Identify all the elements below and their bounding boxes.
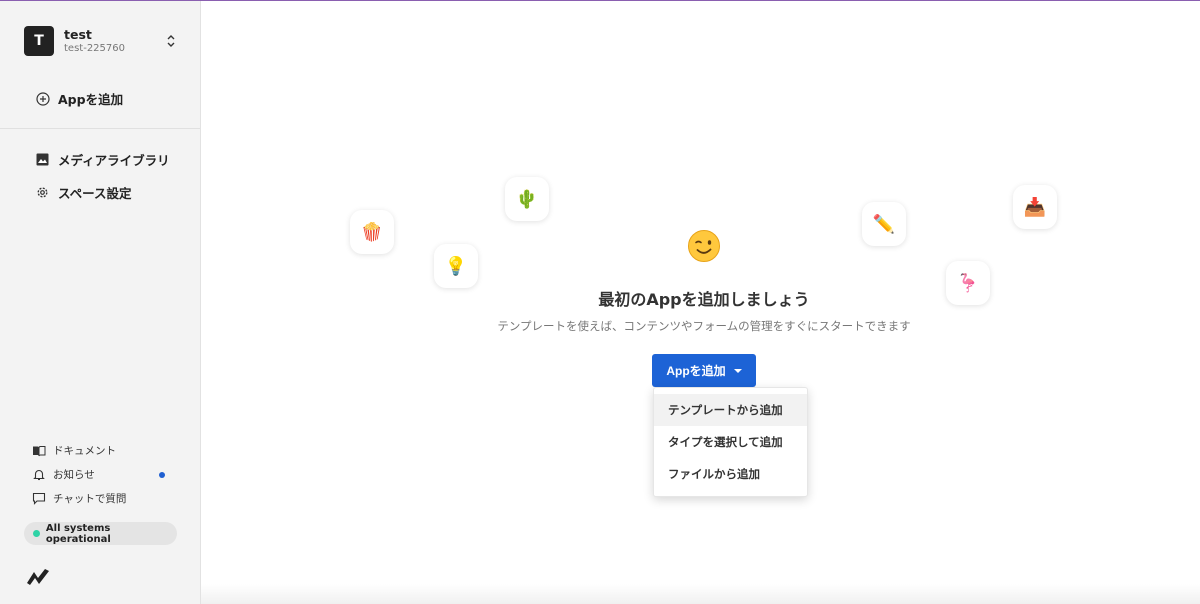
sidebar: T test test-225760 Appを追加 メディアライブラリ スペース… bbox=[0, 1, 201, 604]
sidebar-item-chat[interactable]: チャットで質問 bbox=[32, 491, 126, 506]
sidebar-item-label: チャットで質問 bbox=[53, 493, 127, 505]
system-status-badge[interactable]: All systems operational bbox=[24, 522, 177, 545]
sidebar-item-label: お知らせ bbox=[53, 469, 95, 481]
empty-state-title: 最初のAppを追加しましょう bbox=[598, 290, 810, 309]
bell-icon bbox=[33, 469, 45, 481]
dropdown-item-from-template[interactable]: テンプレートから追加 bbox=[654, 394, 807, 426]
sidebar-item-space-settings[interactable]: スペース設定 bbox=[36, 183, 132, 202]
caret-down-icon bbox=[733, 368, 742, 373]
space-id: test-225760 bbox=[64, 42, 125, 54]
add-app-button[interactable]: Appを追加 bbox=[652, 354, 756, 387]
space-switcher[interactable]: T test test-225760 bbox=[24, 25, 184, 57]
space-info: test test-225760 bbox=[64, 27, 125, 56]
empty-state-description: テンプレートを使えば、コンテンツやフォームの管理をすぐにスタートできます bbox=[497, 319, 911, 333]
sidebar-item-label: スペース設定 bbox=[58, 186, 132, 201]
notification-dot bbox=[159, 472, 165, 478]
chevron-up-down-icon bbox=[167, 35, 175, 47]
bottom-shade bbox=[201, 584, 1200, 604]
dropdown-item-from-file[interactable]: ファイルから追加 bbox=[654, 458, 807, 490]
dropdown-item-select-type[interactable]: タイプを選択して追加 bbox=[654, 426, 807, 458]
status-dot bbox=[33, 530, 40, 537]
book-icon bbox=[33, 445, 46, 456]
plus-circle-icon bbox=[36, 91, 50, 106]
sidebar-add-app-label: Appを追加 bbox=[58, 92, 124, 107]
sidebar-divider bbox=[0, 128, 200, 129]
sidebar-item-news[interactable]: お知らせ bbox=[32, 467, 95, 482]
gear-icon bbox=[37, 187, 48, 198]
sidebar-item-media-library[interactable]: メディアライブラリ bbox=[36, 150, 170, 169]
add-app-button-label: Appを追加 bbox=[666, 364, 726, 378]
chat-icon bbox=[32, 492, 46, 505]
brand-logo-icon bbox=[27, 569, 49, 585]
winking-face-icon bbox=[688, 230, 720, 262]
image-icon bbox=[36, 153, 49, 166]
sidebar-item-docs[interactable]: ドキュメント bbox=[32, 443, 116, 458]
lightbulb-icon: 💡 bbox=[434, 244, 478, 288]
inbox-icon: 📥 bbox=[1013, 185, 1057, 229]
sidebar-item-label: ドキュメント bbox=[53, 445, 116, 457]
status-label: All systems operational bbox=[45, 522, 111, 545]
cactus-icon: 🌵 bbox=[505, 177, 549, 221]
space-avatar: T bbox=[24, 26, 54, 56]
sidebar-add-app-link[interactable]: Appを追加 bbox=[36, 89, 123, 108]
space-name: test bbox=[64, 26, 92, 42]
add-app-dropdown: テンプレートから追加 タイプを選択して追加 ファイルから追加 bbox=[653, 387, 808, 497]
pencil-icon: ✏️ bbox=[862, 202, 906, 246]
sidebar-item-label: メディアライブラリ bbox=[58, 153, 170, 168]
popcorn-icon: 🍿 bbox=[350, 210, 394, 254]
